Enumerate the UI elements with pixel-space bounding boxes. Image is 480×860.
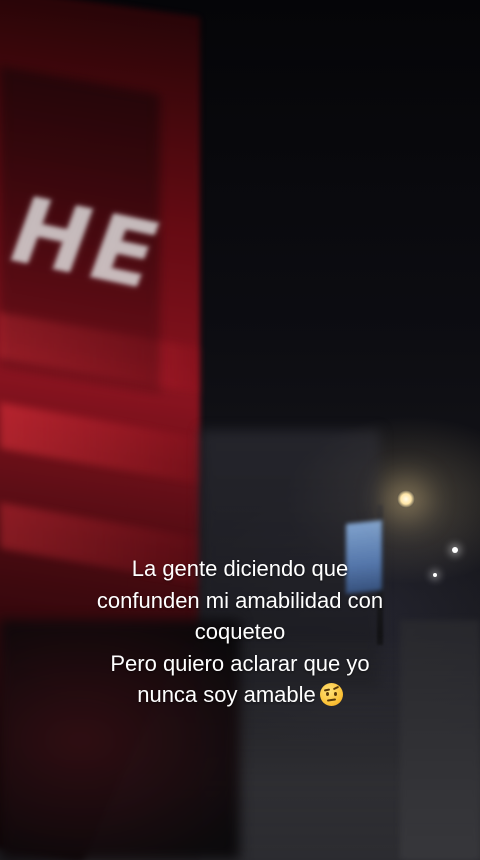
distant-light — [452, 547, 458, 553]
caption-line-text: nunca soy amable — [137, 682, 316, 707]
caption-line: coqueteo — [194, 619, 286, 644]
video-frame: HE La gente diciendo que confunden mi am… — [0, 0, 480, 860]
streetlight — [397, 490, 415, 508]
caption-line: confunden mi amabilidad con — [96, 587, 384, 613]
caption-line: Pero quiero aclarar que yo — [110, 650, 370, 676]
caption-line-last: nunca soy amable — [40, 679, 440, 711]
video-caption: La gente diciendo que confunden mi amabi… — [40, 553, 440, 711]
face-with-raised-eyebrow-icon — [319, 683, 343, 706]
caption-line: La gente diciendo que — [131, 556, 349, 581]
